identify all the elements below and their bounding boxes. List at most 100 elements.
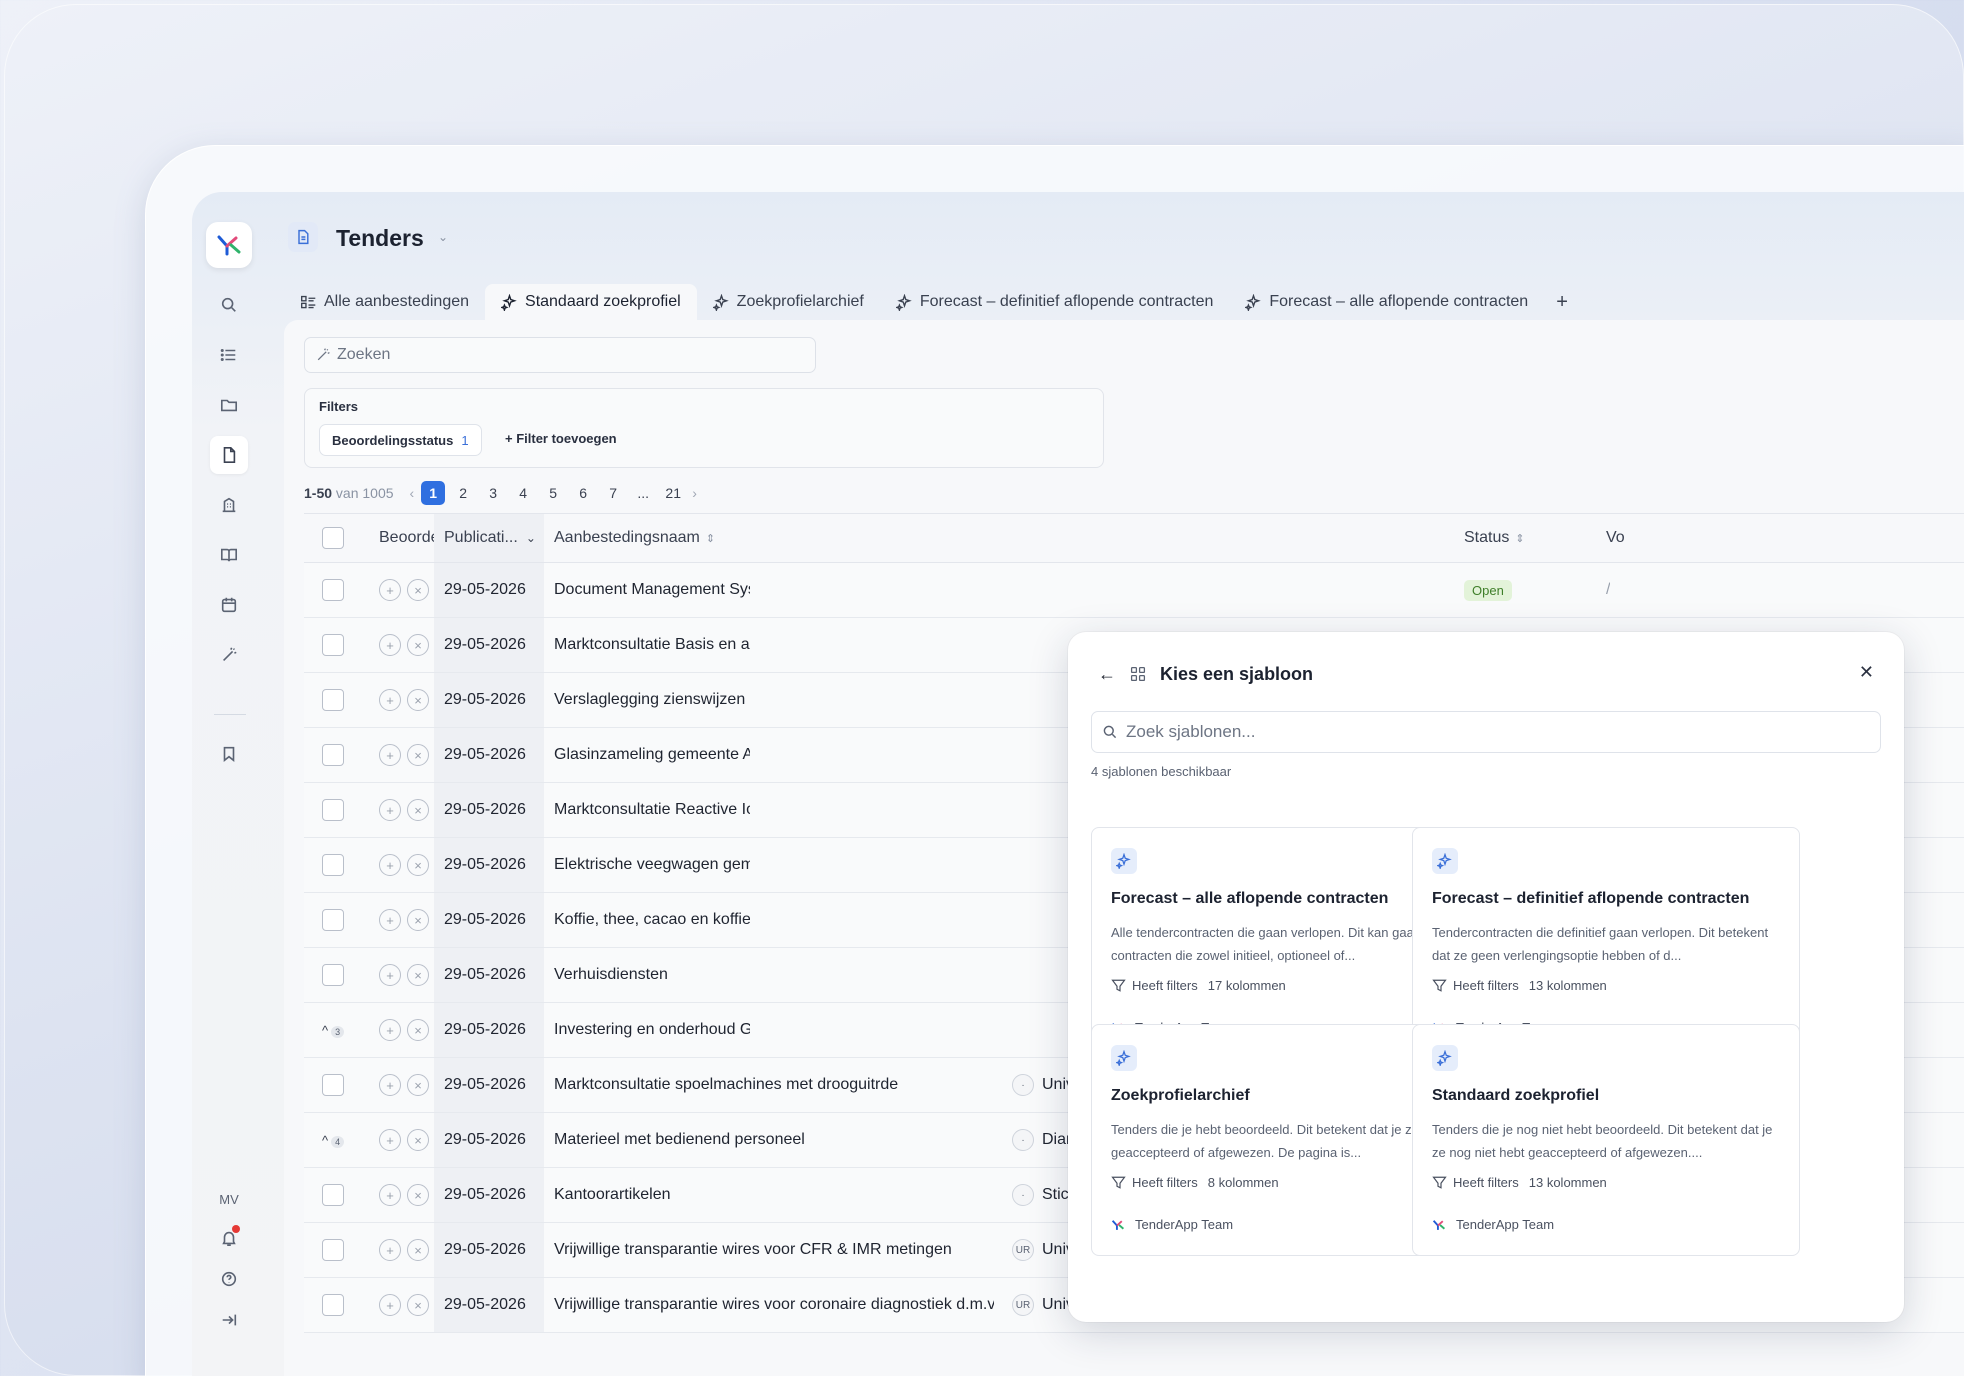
book-icon[interactable] [210,536,248,574]
reject-icon[interactable]: × [407,744,429,766]
reject-icon[interactable]: × [407,1239,429,1261]
row-checkbox[interactable] [322,579,344,601]
tender-name[interactable]: Marktconsultatie Basis en aanvullende [554,618,750,672]
reject-icon[interactable]: × [407,964,429,986]
accept-icon[interactable]: + [379,1074,401,1096]
accept-icon[interactable]: + [379,634,401,656]
accept-icon[interactable]: + [379,689,401,711]
tender-name[interactable]: Materieel met bedienend personeel [554,1113,994,1167]
reject-icon[interactable]: × [407,799,429,821]
reject-icon[interactable]: × [407,909,429,931]
expand-group-button[interactable]: ^ 4 [322,1133,345,1148]
page-7[interactable]: 7 [601,481,625,505]
row-checkbox[interactable] [322,964,344,986]
column-header-status[interactable]: Status ⇕ [1464,514,1525,562]
template-card[interactable]: Standaard zoekprofiel Tenders die je nog … [1412,1024,1800,1256]
column-header-publicatie[interactable]: Publicati... ⌄ [434,514,544,562]
column-header-naam[interactable]: Aanbestedingsnaam ⇕ [554,514,715,562]
reject-icon[interactable]: × [407,579,429,601]
select-all-checkbox[interactable] [322,527,344,549]
chevron-down-icon[interactable]: ⌄ [438,230,448,244]
page-title[interactable]: Tenders [336,225,424,252]
tab-zoekprofielarchief[interactable]: Zoekprofielarchief [697,284,880,320]
accept-icon[interactable]: + [379,909,401,931]
accept-icon[interactable]: + [379,1184,401,1206]
back-arrow-icon[interactable]: ← [1098,664,1116,685]
page-2[interactable]: 2 [451,481,475,505]
row-more-icon[interactable]: / [1606,563,1610,617]
reject-icon[interactable]: × [407,1129,429,1151]
reject-icon[interactable]: × [407,1294,429,1316]
list-icon[interactable] [210,336,248,374]
tender-name[interactable]: Vrijwillige transparantie wires voor cor… [554,1278,994,1332]
tender-name[interactable]: Investering en onderhoud Groen [554,1003,750,1057]
page-1[interactable]: 1 [421,481,446,505]
accept-icon[interactable]: + [379,1294,401,1316]
column-header-beoordeling[interactable]: Beoordel [379,514,434,562]
accept-icon[interactable]: + [379,1019,401,1041]
add-tab-button[interactable]: + [1544,291,1580,314]
table-row[interactable]: +×29-05-2026Document Management SysteemO… [304,563,1964,618]
page-4[interactable]: 4 [511,481,535,505]
column-header-extra[interactable]: Vo [1606,514,1625,562]
prev-page-icon[interactable]: ‹ [410,485,415,501]
page-6[interactable]: 6 [571,481,595,505]
search-input[interactable]: Zoeken [304,337,816,373]
template-search-input[interactable]: Zoek sjablonen... [1091,711,1881,753]
search-icon[interactable] [210,286,248,324]
tender-name[interactable]: Marktconsultatie spoelmachines met droog… [554,1058,994,1112]
tab-forecast-definitief[interactable]: Forecast – definitief aflopende contract… [880,284,1230,320]
accept-icon[interactable]: + [379,744,401,766]
accept-icon[interactable]: + [379,964,401,986]
row-checkbox[interactable] [322,1239,344,1261]
reject-icon[interactable]: × [407,1019,429,1041]
calendar-icon[interactable] [210,586,248,624]
accept-icon[interactable]: + [379,799,401,821]
reject-icon[interactable]: × [407,1074,429,1096]
row-checkbox[interactable] [322,854,344,876]
expand-group-button[interactable]: ^ 3 [322,1023,345,1038]
row-checkbox[interactable] [322,909,344,931]
next-page-icon[interactable]: › [692,485,697,501]
document-icon[interactable] [210,436,248,474]
accept-icon[interactable]: + [379,1129,401,1151]
row-checkbox[interactable] [322,689,344,711]
magic-wand-icon[interactable] [210,636,248,674]
tender-name[interactable]: Glasinzameling gemeente Altena [554,728,750,782]
reject-icon[interactable]: × [407,689,429,711]
folder-icon[interactable] [210,386,248,424]
user-avatar[interactable]: MV [210,1192,248,1207]
page-21[interactable]: 21 [661,481,685,505]
tender-name[interactable]: Verslaglegging zienswijzen informatie [554,673,750,727]
bookmark-icon[interactable] [210,735,248,773]
tender-name[interactable]: Document Management Systeem [554,563,750,617]
row-checkbox[interactable] [322,634,344,656]
accept-icon[interactable]: + [379,854,401,876]
accept-icon[interactable]: + [379,1239,401,1261]
reject-icon[interactable]: × [407,634,429,656]
app-logo[interactable] [206,222,252,268]
tab-forecast-alle[interactable]: Forecast – alle aflopende contracten [1229,284,1544,320]
reject-icon[interactable]: × [407,1184,429,1206]
close-icon[interactable]: ✕ [1859,662,1874,683]
add-filter-button[interactable]: + Filter toevoegen [505,431,617,446]
row-checkbox[interactable] [322,1294,344,1316]
tab-standaard-zoekprofiel[interactable]: Standaard zoekprofiel [485,284,697,320]
row-checkbox[interactable] [322,799,344,821]
row-checkbox[interactable] [322,744,344,766]
tender-name[interactable]: Koffie, thee, cacao en koffiebenodigdhed… [554,893,750,947]
tender-name[interactable]: Vrijwillige transparantie wires voor CFR… [554,1223,994,1277]
tab-alle-aanbestedingen[interactable]: Alle aanbestedingen [284,284,485,320]
filter-chip-beoordelingsstatus[interactable]: Beoordelingsstatus 1 [319,424,482,456]
tender-name[interactable]: Verhuisdiensten [554,948,750,1002]
row-checkbox[interactable] [322,1184,344,1206]
reject-icon[interactable]: × [407,854,429,876]
expand-sidebar-icon[interactable] [210,1301,248,1339]
page-3[interactable]: 3 [481,481,505,505]
bell-icon[interactable] [210,1219,248,1257]
help-icon[interactable] [210,1260,248,1298]
row-checkbox[interactable] [322,1074,344,1096]
accept-icon[interactable]: + [379,579,401,601]
page-5[interactable]: 5 [541,481,565,505]
tender-name[interactable]: Kantoorartikelen [554,1168,994,1222]
